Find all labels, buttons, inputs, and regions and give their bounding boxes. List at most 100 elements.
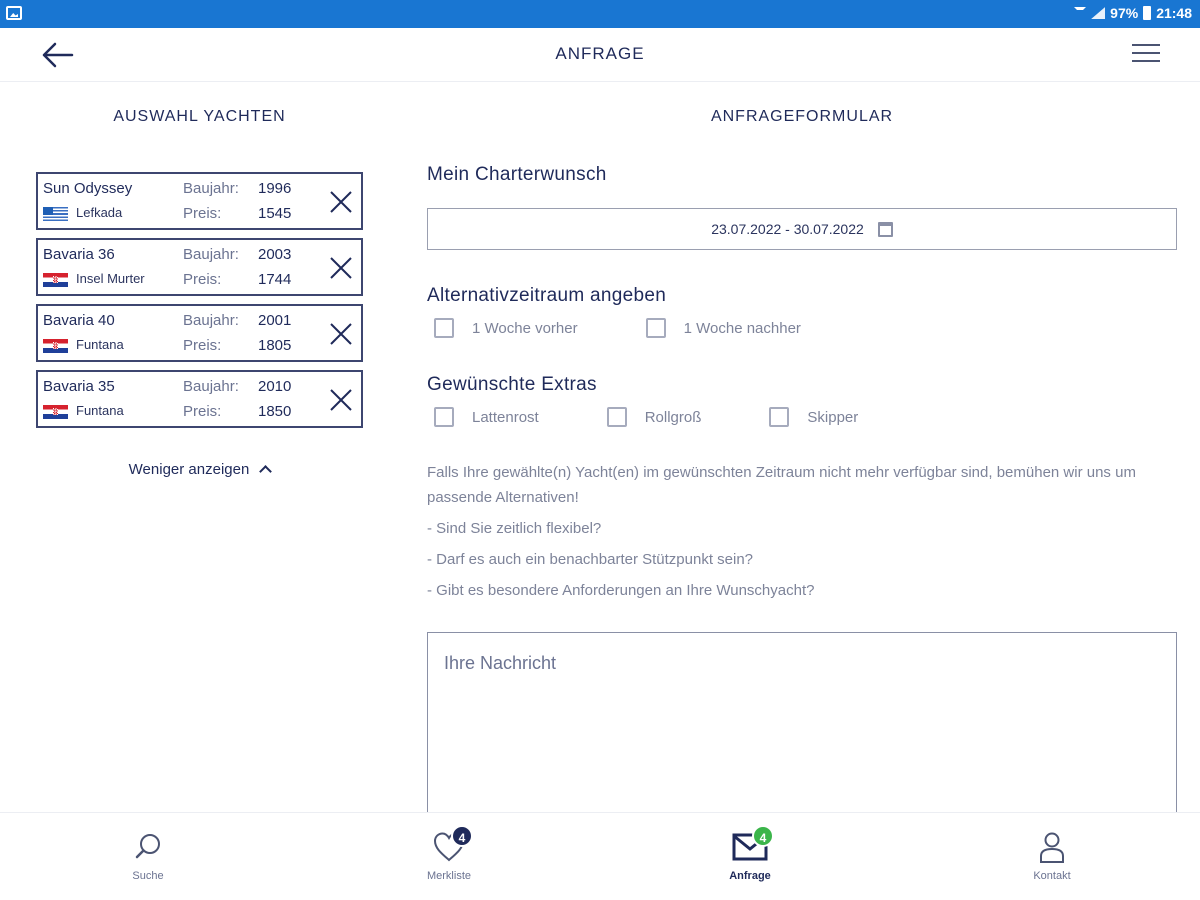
croatia-flag-icon xyxy=(43,405,68,419)
yacht-card: Bavaria 40 Funtana Baujahr: 2001 Preis: … xyxy=(36,304,363,362)
info-text: Falls Ihre gewählte(n) Yacht(en) im gewü… xyxy=(427,460,1177,609)
calendar-icon xyxy=(877,221,893,237)
alternative-period-heading: Alternativzeitraum angeben xyxy=(427,285,667,306)
hamburger-line xyxy=(1132,52,1160,54)
show-less-label: Weniger anzeigen xyxy=(128,461,250,478)
yacht-name: Sun Odyssey xyxy=(43,180,133,197)
year-value: 2001 xyxy=(258,312,292,329)
nav-label: Merkliste xyxy=(426,870,471,882)
yacht-card: Bavaria 35 Funtana Baujahr: 2010 Preis: … xyxy=(36,370,363,428)
charter-wish-heading: Mein Charterwunsch xyxy=(427,164,607,185)
yacht-name: Bavaria 36 xyxy=(43,246,115,263)
message-input[interactable] xyxy=(427,632,1177,822)
year-label: Baujahr: xyxy=(183,312,239,329)
yacht-selection-title: AUSWAHL YACHTEN xyxy=(113,108,286,125)
nav-search[interactable]: Suche xyxy=(68,813,228,900)
person-icon xyxy=(1040,832,1064,863)
close-icon[interactable] xyxy=(328,255,354,281)
skipper-checkbox[interactable]: Skipper xyxy=(769,407,858,427)
price-value: 1744 xyxy=(258,271,292,288)
checkbox-box[interactable] xyxy=(434,407,454,427)
rollgross-checkbox[interactable]: Rollgroß xyxy=(606,407,702,427)
price-value: 1850 xyxy=(258,403,292,420)
croatia-flag-icon xyxy=(43,273,68,287)
close-icon[interactable] xyxy=(328,321,354,347)
year-label: Baujahr: xyxy=(183,378,239,395)
yacht-name: Bavaria 40 xyxy=(43,312,115,329)
year-value: 2003 xyxy=(258,246,292,263)
chevron-up-icon xyxy=(259,465,273,478)
yacht-name: Bavaria 35 xyxy=(43,378,115,395)
info-question: - Sind Sie zeitlich flexibel? xyxy=(427,520,602,537)
inquiry-count-badge: 4 xyxy=(752,825,774,847)
yacht-location: Lefkada xyxy=(76,205,123,220)
status-indicators: 97% 21:48 xyxy=(1074,5,1192,21)
alternative-period-options: 1 Woche vorher 1 Woche nachher xyxy=(434,318,801,338)
yacht-card: Sun Odyssey Lefkada Baujahr: 1996 Preis:… xyxy=(36,172,363,230)
lattenrost-checkbox[interactable]: Lattenrost xyxy=(434,407,539,427)
nav-inquiry[interactable]: 4 Anfrage xyxy=(670,813,830,900)
form-title: ANFRAGEFORMULAR xyxy=(710,108,894,125)
year-value: 1996 xyxy=(258,180,292,197)
battery-percent: 97% xyxy=(1110,5,1139,21)
hamburger-menu-icon xyxy=(1132,44,1160,46)
price-label: Preis: xyxy=(183,271,222,288)
watchlist-count-badge: 4 xyxy=(451,825,473,847)
date-range-field[interactable]: 23.07.2022 - 30.07.2022 xyxy=(427,208,1177,250)
checkbox-label: 1 Woche vorher xyxy=(472,319,578,337)
date-range-value: 23.07.2022 - 30.07.2022 xyxy=(711,221,864,237)
price-value: 1545 xyxy=(258,205,292,222)
greece-flag-icon xyxy=(43,207,68,221)
yacht-list: Sun Odyssey Lefkada Baujahr: 1996 Preis:… xyxy=(36,172,363,436)
checkbox-box[interactable] xyxy=(645,318,666,338)
mail-icon-wrapper: 4 xyxy=(732,825,774,865)
checkbox-label: Skipper xyxy=(807,408,859,426)
checkbox-box[interactable] xyxy=(769,407,790,427)
year-label: Baujahr: xyxy=(183,180,239,197)
price-label: Preis: xyxy=(183,205,222,222)
price-label: Preis: xyxy=(183,337,222,354)
close-icon[interactable] xyxy=(328,189,354,215)
checkbox-label: Lattenrost xyxy=(472,408,539,426)
nav-label: Suche xyxy=(132,870,164,882)
signal-icon xyxy=(1091,7,1106,19)
checkbox-box[interactable] xyxy=(434,318,454,338)
price-label: Preis: xyxy=(183,403,222,420)
price-value: 1805 xyxy=(258,337,292,354)
checkbox-label: Rollgroß xyxy=(644,408,702,426)
info-question: - Gibt es besondere Anforderungen an Ihr… xyxy=(427,582,815,599)
app-header: ANFRAGE xyxy=(0,28,1200,82)
checkbox-box[interactable] xyxy=(606,407,627,427)
info-question: - Darf es auch ein benachbarter Stützpun… xyxy=(427,551,754,568)
extras-options: Lattenrost Rollgroß Skipper xyxy=(434,407,858,427)
yacht-location: Funtana xyxy=(76,337,124,352)
extras-heading: Gewünschte Extras xyxy=(427,374,597,395)
wifi-icon xyxy=(1074,7,1087,19)
week-before-checkbox[interactable]: 1 Woche vorher xyxy=(434,318,578,338)
nav-contact[interactable]: Kontakt xyxy=(972,813,1132,900)
status-bar: 97% 21:48 xyxy=(0,0,1200,28)
hamburger-line xyxy=(1132,60,1160,62)
clock: 21:48 xyxy=(1156,5,1192,21)
yacht-location: Insel Murter xyxy=(76,271,145,286)
yacht-card: Bavaria 36 Insel Murter Baujahr: 2003 Pr… xyxy=(36,238,363,296)
page-title: ANFRAGE xyxy=(555,44,645,63)
gallery-notification-icon xyxy=(6,6,22,20)
menu-button[interactable] xyxy=(1132,44,1160,66)
week-after-checkbox[interactable]: 1 Woche nachher xyxy=(645,318,801,338)
battery-icon xyxy=(1143,6,1152,20)
show-less-button[interactable]: Weniger anzeigen xyxy=(36,461,363,478)
info-paragraph: Falls Ihre gewählte(n) Yacht(en) im gewü… xyxy=(427,464,1136,506)
search-icon xyxy=(135,834,160,859)
croatia-flag-icon xyxy=(43,339,68,353)
heart-icon-wrapper: 4 xyxy=(431,825,473,865)
year-value: 2010 xyxy=(258,378,292,395)
checkbox-label: 1 Woche nachher xyxy=(683,319,801,337)
nav-label: Kontakt xyxy=(1033,870,1071,882)
nav-watchlist[interactable]: 4 Merkliste xyxy=(369,813,529,900)
bottom-navigation: Suche 4 Merkliste 4 Anfrage Kontakt xyxy=(0,812,1200,900)
year-label: Baujahr: xyxy=(183,246,239,263)
nav-label: Anfrage xyxy=(729,870,771,882)
yacht-location: Funtana xyxy=(76,403,124,418)
close-icon[interactable] xyxy=(328,387,354,413)
